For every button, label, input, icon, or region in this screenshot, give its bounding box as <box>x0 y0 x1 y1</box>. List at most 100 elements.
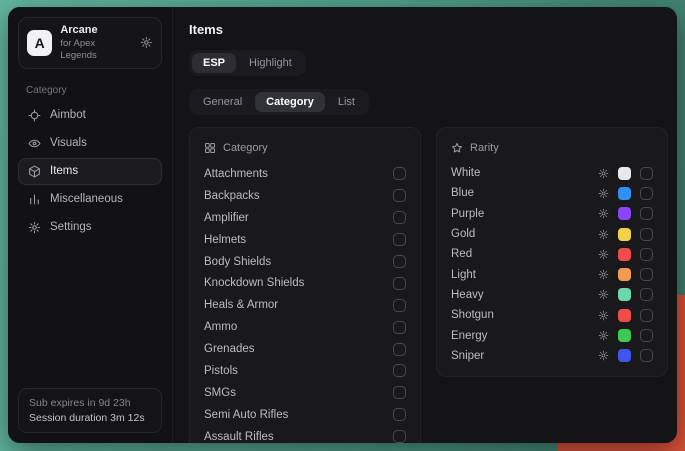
color-swatch[interactable] <box>618 228 631 241</box>
color-swatch[interactable] <box>618 167 631 180</box>
rarity-item-label: Sniper <box>451 350 484 362</box>
rarity-controls <box>598 329 653 342</box>
rarity-settings-gear-icon[interactable] <box>598 289 609 300</box>
checkbox[interactable] <box>393 233 406 246</box>
color-swatch[interactable] <box>618 309 631 322</box>
crosshair-icon <box>28 109 41 122</box>
sidebar-item-visuals[interactable]: Visuals <box>18 130 162 157</box>
sidebar-item-label: Items <box>50 165 78 177</box>
category-item-label: Ammo <box>204 321 237 333</box>
checkbox[interactable] <box>640 268 653 281</box>
tab-category[interactable]: Category <box>255 92 325 112</box>
category-card: Category Attachments Backpacks Amplifier He… <box>189 127 421 443</box>
color-swatch[interactable] <box>618 248 631 261</box>
color-swatch[interactable] <box>618 329 631 342</box>
rarity-controls <box>598 288 653 301</box>
category-list: AttachmentsBackpacksAmplifierHelmetsBody… <box>204 163 406 443</box>
mode-option-highlight[interactable]: Highlight <box>238 53 303 73</box>
sidebar: A Arcane for Apex Legends Category Aimbo… <box>8 7 173 443</box>
rarity-settings-gear-icon[interactable] <box>598 168 609 179</box>
checkbox[interactable] <box>393 364 406 377</box>
sidebar-item-aimbot[interactable]: Aimbot <box>18 102 162 129</box>
checkbox[interactable] <box>393 189 406 202</box>
checkbox[interactable] <box>640 167 653 180</box>
category-item-label: Backpacks <box>204 190 260 202</box>
category-item-label: Heals & Armor <box>204 299 278 311</box>
category-item-label: Semi Auto Rifles <box>204 409 288 421</box>
rarity-row: White <box>451 163 653 183</box>
category-row: Heals & Armor <box>204 294 406 316</box>
rarity-item-label: Purple <box>451 208 484 220</box>
checkbox[interactable] <box>393 408 406 421</box>
star-icon <box>451 142 463 154</box>
category-row: Ammo <box>204 316 406 338</box>
gear-icon[interactable] <box>140 36 153 49</box>
checkbox[interactable] <box>640 228 653 241</box>
checkbox[interactable] <box>393 386 406 399</box>
category-row: SMGs <box>204 382 406 404</box>
rarity-settings-gear-icon[interactable] <box>598 269 609 280</box>
checkbox[interactable] <box>393 430 406 443</box>
arcane-window: A Arcane for Apex Legends Category Aimbo… <box>8 7 677 443</box>
rarity-row: Heavy <box>451 285 653 305</box>
bars-icon <box>28 193 41 206</box>
rarity-row: Sniper <box>451 346 653 366</box>
rarity-card-header: Rarity <box>451 140 653 156</box>
checkbox[interactable] <box>640 248 653 261</box>
rarity-settings-gear-icon[interactable] <box>598 188 609 199</box>
rarity-settings-gear-icon[interactable] <box>598 208 609 219</box>
category-card-title: Category <box>223 142 268 154</box>
rarity-item-label: Heavy <box>451 289 484 301</box>
checkbox[interactable] <box>393 167 406 180</box>
checkbox[interactable] <box>640 207 653 220</box>
checkbox[interactable] <box>393 321 406 334</box>
tab-group: GeneralCategoryList <box>189 89 369 115</box>
main-content: Items ESPHighlight GeneralCategoryList C… <box>173 7 677 443</box>
grid-icon <box>204 142 216 154</box>
checkbox[interactable] <box>393 277 406 290</box>
color-swatch[interactable] <box>618 207 631 220</box>
checkbox[interactable] <box>393 299 406 312</box>
color-swatch[interactable] <box>618 288 631 301</box>
tab-list[interactable]: List <box>327 92 366 112</box>
checkbox[interactable] <box>640 309 653 322</box>
color-swatch[interactable] <box>618 268 631 281</box>
checkbox[interactable] <box>393 211 406 224</box>
rarity-row: Gold <box>451 224 653 244</box>
sidebar-item-items[interactable]: Items <box>18 158 162 185</box>
rarity-settings-gear-icon[interactable] <box>598 330 609 341</box>
sidebar-nav: AimbotVisuals Items Miscellaneous Settings <box>18 102 162 242</box>
sidebar-item-miscellaneous[interactable]: Miscellaneous <box>18 186 162 213</box>
category-card-header: Category <box>204 140 406 156</box>
category-row: Amplifier <box>204 207 406 229</box>
color-swatch[interactable] <box>618 187 631 200</box>
rarity-row: Blue <box>451 183 653 203</box>
checkbox[interactable] <box>640 349 653 362</box>
checkbox[interactable] <box>640 329 653 342</box>
checkbox[interactable] <box>393 255 406 268</box>
sidebar-item-label: Miscellaneous <box>50 193 123 205</box>
sidebar-item-label: Settings <box>50 221 92 233</box>
tab-general[interactable]: General <box>192 92 253 112</box>
category-item-label: Pistols <box>204 365 238 377</box>
app-name: Arcane <box>60 24 132 38</box>
rarity-item-label: Red <box>451 248 472 260</box>
rarity-settings-gear-icon[interactable] <box>598 249 609 260</box>
color-swatch[interactable] <box>618 349 631 362</box>
rarity-item-label: Gold <box>451 228 475 240</box>
category-item-label: Grenades <box>204 343 255 355</box>
rarity-settings-gear-icon[interactable] <box>598 310 609 321</box>
rarity-card-title: Rarity <box>470 142 499 154</box>
checkbox[interactable] <box>640 187 653 200</box>
rarity-settings-gear-icon[interactable] <box>598 350 609 361</box>
eye-icon <box>28 137 41 150</box>
category-row: Knockdown Shields <box>204 272 406 294</box>
rarity-settings-gear-icon[interactable] <box>598 229 609 240</box>
mode-option-esp[interactable]: ESP <box>192 53 236 73</box>
sidebar-item-settings[interactable]: Settings <box>18 214 162 241</box>
rarity-row: Light <box>451 264 653 284</box>
checkbox[interactable] <box>640 288 653 301</box>
category-row: Attachments <box>204 163 406 185</box>
checkbox[interactable] <box>393 343 406 356</box>
app-subtitle: for Apex Legends <box>60 38 132 62</box>
